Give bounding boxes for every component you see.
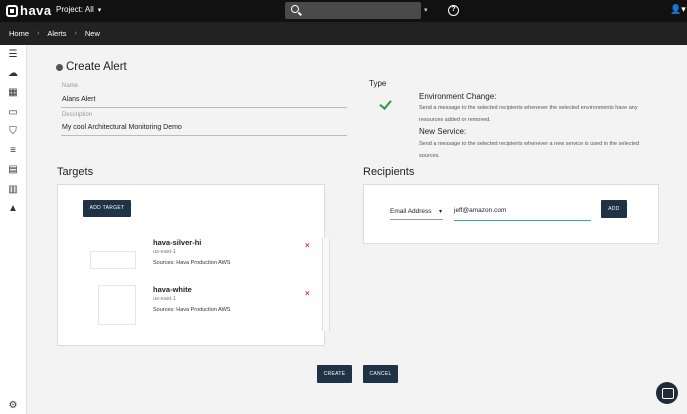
project-label: Project: All: [56, 5, 94, 14]
main-content: Create Alert Name Alans Alert Descriptio…: [27, 45, 687, 414]
breadcrumb-home[interactable]: Home: [9, 29, 29, 38]
grid-icon[interactable]: ▦: [7, 87, 19, 99]
warning-icon[interactable]: ▲: [7, 203, 19, 215]
email-field[interactable]: jeff@amazon.com: [454, 207, 591, 221]
search-input[interactable]: [285, 2, 421, 19]
target-name: hava-white: [153, 285, 192, 294]
recipients-heading: Recipients: [363, 166, 415, 178]
target-sources: Sources: Hava Production AWS: [153, 260, 231, 266]
targets-scrollbar[interactable]: [322, 238, 330, 331]
chat-icon[interactable]: [656, 382, 678, 404]
shield-icon[interactable]: ⛉: [7, 126, 19, 138]
name-field[interactable]: Alans Alert: [62, 96, 95, 103]
chevron-down-icon: ▾: [438, 209, 442, 215]
search-dropdown-icon[interactable]: ▾: [424, 6, 428, 14]
menu-icon[interactable]: ☰: [7, 49, 19, 61]
new-service-desc: Send a message to the selected recipient…: [419, 141, 640, 159]
bar-chart-icon[interactable]: ▥: [7, 184, 19, 196]
new-service-option[interactable]: New Service:: [419, 127, 466, 136]
targets-panel: ADD TARGET hava-silver-hi us-east-1 Sour…: [57, 184, 330, 346]
chevron-right-icon: ›: [37, 30, 40, 37]
delete-target-icon[interactable]: ×: [305, 241, 310, 250]
name-label: Name: [62, 83, 79, 89]
laptop-icon[interactable]: ▭: [7, 107, 19, 119]
target-sources: Sources: Hava Production AWS: [153, 307, 231, 313]
environment-change-option[interactable]: Environment Change:: [419, 92, 496, 101]
sidebar: ☰ ☁ ▦ ▭ ⛉ ≡ ▤ ▥ ▲ ⚙: [0, 45, 27, 414]
logo-text: hava: [20, 3, 52, 18]
target-name: hava-silver-hi: [153, 238, 202, 247]
recipient-type-value: Email Address: [390, 208, 432, 215]
delete-target-icon[interactable]: ×: [305, 289, 310, 298]
target-region: us-east-1: [153, 249, 176, 255]
page-title: Create Alert: [56, 61, 127, 73]
target-thumbnail: [98, 285, 136, 325]
name-underline: [61, 107, 347, 108]
search-icon: [291, 5, 299, 13]
cancel-button[interactable]: CANCEL: [363, 365, 398, 383]
hava-logo[interactable]: hava: [6, 4, 52, 17]
targets-heading: Targets: [57, 166, 94, 178]
add-recipient-button[interactable]: ADD: [601, 200, 627, 218]
logo-icon: [6, 4, 18, 17]
description-underline: [61, 135, 347, 136]
add-target-button[interactable]: ADD TARGET: [83, 200, 131, 217]
recipients-panel: Email Address ▾ jeff@amazon.com ADD: [363, 184, 659, 244]
chevron-down-icon: ▾: [97, 6, 102, 14]
top-navbar: hava Project: All ▾ ▾ ? 👤▾: [0, 0, 687, 22]
type-label: Type: [369, 79, 387, 88]
user-menu-icon[interactable]: 👤▾: [670, 4, 686, 15]
description-label: Description: [62, 112, 93, 118]
list-icon[interactable]: ≡: [7, 145, 19, 157]
description-field[interactable]: My cool Architectural Monitoring Demo: [62, 124, 182, 131]
help-icon[interactable]: ?: [448, 5, 459, 16]
email-value: jeff@amazon.com: [454, 207, 507, 214]
breadcrumb-new: New: [84, 29, 100, 38]
target-region: us-east-1: [153, 296, 176, 302]
settings-icon[interactable]: ⚙: [7, 400, 19, 412]
target-thumbnail: [90, 251, 136, 269]
recipient-type-select[interactable]: Email Address ▾: [390, 208, 443, 220]
create-button[interactable]: CREATE: [317, 365, 352, 383]
breadcrumb-alerts[interactable]: Alerts: [47, 29, 66, 38]
chevron-right-icon: ›: [74, 30, 77, 37]
environment-change-desc: Send a message to the selected recipient…: [419, 105, 638, 123]
alert-icon: [56, 63, 63, 71]
breadcrumb: Home › Alerts › New: [0, 22, 687, 45]
cloud-upload-icon[interactable]: ☁: [7, 68, 19, 80]
check-icon[interactable]: [380, 97, 392, 109]
table-icon[interactable]: ▤: [7, 164, 19, 176]
page-title-text: Create Alert: [66, 61, 127, 73]
project-selector[interactable]: Project: All ▾: [56, 5, 101, 14]
